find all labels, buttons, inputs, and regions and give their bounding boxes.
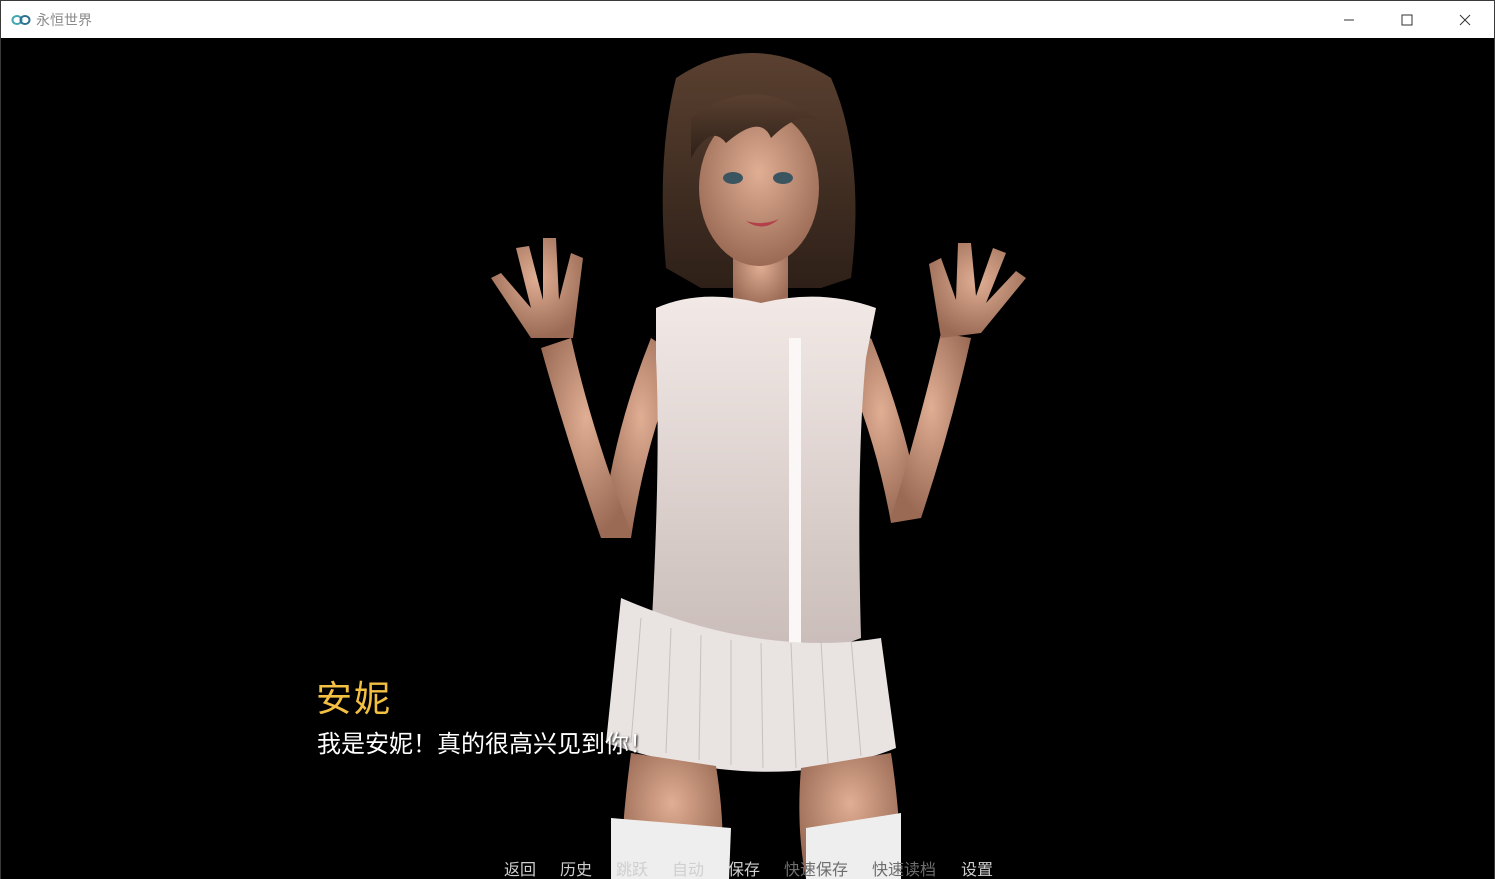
save-button[interactable]: 保存 [728, 856, 760, 879]
history-button[interactable]: 历史 [560, 856, 592, 879]
infinity-logo-icon [11, 14, 31, 25]
dialogue-text: 我是安妮！真的很高兴见到你！ [317, 730, 653, 758]
title-bar: 永恒世界 [1, 1, 1494, 38]
window-title: 永恒世界 [36, 12, 92, 29]
close-icon [1459, 14, 1471, 25]
game-scene[interactable]: 安妮 我是安妮！真的很高兴见到你！ 返回 历史 跳跃 自动 保存 快速保存 快速… [1, 38, 1494, 879]
auto-button[interactable]: 自动 [672, 856, 704, 879]
quick-save-button[interactable]: 快速保存 [784, 856, 848, 879]
skip-button[interactable]: 跳跃 [616, 856, 648, 879]
window-controls [1320, 1, 1494, 38]
maximize-icon [1401, 14, 1413, 25]
close-button[interactable] [1436, 1, 1494, 38]
back-button[interactable]: 返回 [504, 856, 536, 879]
minimize-button[interactable] [1320, 1, 1378, 38]
preferences-button[interactable]: 设置 [961, 856, 993, 879]
quick-menu: 返回 历史 跳跃 自动 保存 快速保存 快速读档 设置 [1, 856, 1494, 879]
maximize-button[interactable] [1378, 1, 1436, 38]
speaker-name: 安妮 [316, 679, 393, 720]
game-window: 永恒世界 安妮 我是安妮！真的很高兴见到你！ 返回 历史 跳跃 自动 保存 快速… [0, 0, 1495, 879]
quick-load-button[interactable]: 快速读档 [872, 856, 936, 879]
minimize-icon [1344, 19, 1354, 20]
